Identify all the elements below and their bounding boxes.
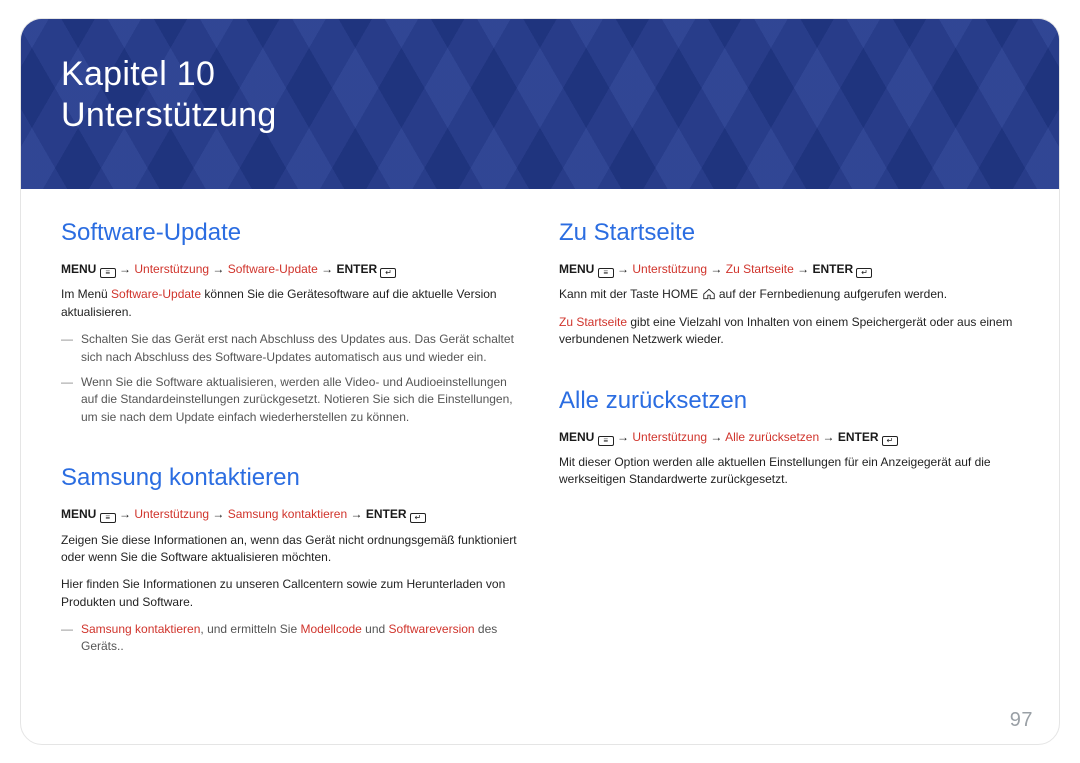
enter-label: ENTER (336, 262, 377, 276)
left-column: Software-Update MENU ≡ → Unterstützung →… (61, 219, 523, 666)
menu-icon: ≡ (598, 268, 614, 278)
text-part: auf der Fernbedienung aufgerufen werden. (719, 287, 947, 301)
reset-p1: Mit dieser Option werden alle aktuellen … (559, 454, 1021, 489)
menu-path-support: Unterstützung (134, 262, 209, 276)
section-contact-samsung: Samsung kontaktieren MENU ≡ → Unterstütz… (61, 464, 523, 656)
heading-software-update: Software-Update (61, 219, 523, 247)
software-update-notes: Schalten Sie das Gerät erst nach Abschlu… (61, 331, 523, 426)
section-reset-all: Alle zurücksetzen MENU ≡ → Unterstützung… (559, 387, 1021, 489)
software-update-intro: Im Menü Software-Update können Sie die G… (61, 286, 523, 321)
chapter-label: Kapitel 10 (61, 55, 1059, 94)
note-item: Wenn Sie die Software aktualisieren, wer… (61, 374, 523, 426)
content-columns: Software-Update MENU ≡ → Unterstützung →… (21, 189, 1059, 666)
menu-path-support: Unterstützung (632, 262, 707, 276)
home-icon (702, 288, 716, 300)
menu-label: MENU (559, 430, 594, 444)
text-red: Modellcode (300, 622, 361, 636)
text-red: Zu Startseite (559, 315, 627, 329)
text-red: Software-Update (111, 287, 201, 301)
enter-label: ENTER (838, 430, 879, 444)
text-part: Im Menü (61, 287, 111, 301)
page-number: 97 (1010, 709, 1033, 732)
enter-label: ENTER (812, 262, 853, 276)
heading-home: Zu Startseite (559, 219, 1021, 247)
text-red: Samsung kontaktieren (81, 622, 200, 636)
contact-p2: Hier finden Sie Informationen zu unseren… (61, 576, 523, 611)
note-item: Samsung kontaktieren, und ermitteln Sie … (61, 621, 523, 656)
menu-path-home: MENU ≡ → Unterstützung → Zu Startseite →… (559, 261, 1021, 278)
right-column: Zu Startseite MENU ≡ → Unterstützung → Z… (559, 219, 1021, 666)
text-part: und (362, 622, 389, 636)
heading-contact-samsung: Samsung kontaktieren (61, 464, 523, 492)
home-p1: Kann mit der Taste HOME auf der Fernbedi… (559, 286, 1021, 303)
page: Kapitel 10 Unterstützung Software-Update… (0, 0, 1080, 763)
menu-label: MENU (61, 262, 96, 276)
heading-reset-all: Alle zurücksetzen (559, 387, 1021, 415)
menu-path-reset: MENU ≡ → Unterstützung → Alle zurücksetz… (559, 429, 1021, 446)
chapter-hero: Kapitel 10 Unterstützung (21, 19, 1059, 189)
menu-path-support: Unterstützung (134, 507, 209, 521)
home-key-label: HOME (662, 287, 698, 301)
menu-icon: ≡ (100, 513, 116, 523)
menu-path-software-update: MENU ≡ → Unterstützung → Software-Update… (61, 261, 523, 278)
menu-label: MENU (559, 262, 594, 276)
menu-icon: ≡ (598, 436, 614, 446)
menu-path-support: Unterstützung (632, 430, 707, 444)
menu-path-item: Samsung kontaktieren (228, 507, 347, 521)
note-item: Schalten Sie das Gerät erst nach Abschlu… (61, 331, 523, 366)
enter-icon: ↵ (410, 513, 426, 523)
section-software-update: Software-Update MENU ≡ → Unterstützung →… (61, 219, 523, 426)
menu-path-item: Zu Startseite (726, 262, 794, 276)
menu-label: MENU (61, 507, 96, 521)
enter-icon: ↵ (882, 436, 898, 446)
menu-path-contact: MENU ≡ → Unterstützung → Samsung kontakt… (61, 506, 523, 523)
menu-path-item: Alle zurücksetzen (725, 430, 819, 444)
text-part: Kann mit der Taste (559, 287, 662, 301)
menu-icon: ≡ (100, 268, 116, 278)
enter-icon: ↵ (856, 268, 872, 278)
menu-path-item: Software-Update (228, 262, 318, 276)
contact-notes: Samsung kontaktieren, und ermitteln Sie … (61, 621, 523, 656)
section-home: Zu Startseite MENU ≡ → Unterstützung → Z… (559, 219, 1021, 349)
text-part: , und ermitteln Sie (200, 622, 300, 636)
home-p2: Zu Startseite gibt eine Vielzahl von Inh… (559, 314, 1021, 349)
chapter-title: Unterstützung (61, 96, 1059, 135)
document-sheet: Kapitel 10 Unterstützung Software-Update… (20, 18, 1060, 745)
text-red: Softwareversion (389, 622, 475, 636)
enter-icon: ↵ (380, 268, 396, 278)
text-part: gibt eine Vielzahl von Inhalten von eine… (559, 315, 1012, 346)
enter-label: ENTER (366, 507, 407, 521)
contact-p1: Zeigen Sie diese Informationen an, wenn … (61, 532, 523, 567)
